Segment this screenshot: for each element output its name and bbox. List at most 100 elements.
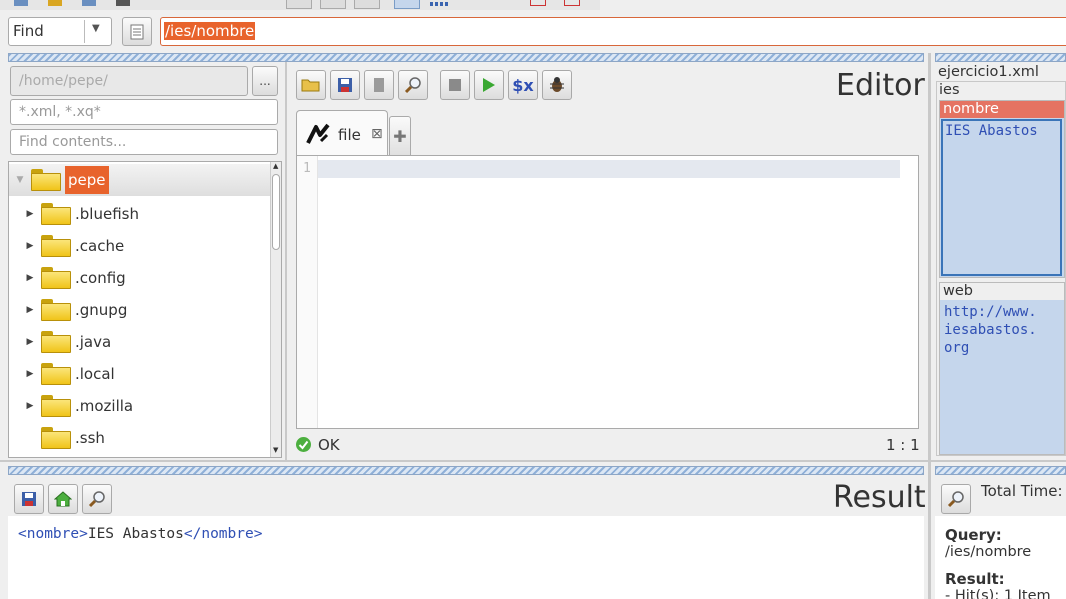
tree-row-local[interactable]: ▶ .local <box>19 358 277 390</box>
tree-row-gnupg[interactable]: ▶ .gnupg <box>19 294 277 326</box>
new-tab-button[interactable]: ✚ <box>389 116 411 156</box>
toolbar-icon[interactable] <box>430 2 448 6</box>
stop-icon <box>449 79 461 91</box>
toolbar-icon[interactable] <box>320 0 346 9</box>
folder-icon <box>41 203 71 225</box>
toolbar-icon[interactable] <box>48 0 62 6</box>
tree-row-label: .gnupg <box>75 301 128 319</box>
tree-row-mozilla[interactable]: ▶ .mozilla <box>19 390 277 422</box>
xml-root-label[interactable]: ies <box>939 82 960 98</box>
code-editor[interactable]: 1 <box>296 155 919 429</box>
stop-button[interactable] <box>440 70 470 100</box>
folder-open-icon <box>31 169 61 191</box>
history-button[interactable] <box>122 17 152 46</box>
list-icon <box>130 24 144 39</box>
expand-arrow-icon[interactable]: ▶ <box>19 273 41 283</box>
vertical-splitter[interactable] <box>285 62 287 460</box>
search-icon <box>947 491 964 508</box>
scrollbar-thumb[interactable] <box>272 174 280 250</box>
xml-element-value-box[interactable]: IES Abastos <box>941 119 1062 276</box>
find-contents-input[interactable]: Find contents... <box>10 129 278 155</box>
info-find-button[interactable] <box>941 484 971 514</box>
browse-button[interactable]: ... <box>252 66 278 96</box>
expand-arrow-icon[interactable]: ▶ <box>19 369 41 379</box>
tree-row-label: .mozilla <box>75 397 134 415</box>
xml-selected-element[interactable]: nombre IES Abastos <box>939 100 1065 278</box>
expand-arrow-icon[interactable]: ▶ <box>19 337 41 347</box>
close-file-button[interactable] <box>364 70 394 100</box>
variables-button[interactable]: $x <box>508 70 538 100</box>
expand-arrow-icon[interactable]: ▶ <box>19 401 41 411</box>
xml-root-container: ies nombre IES Abastos web http://www. i… <box>936 81 1066 456</box>
plus-icon: ✚ <box>393 126 407 146</box>
save-result-button[interactable] <box>14 484 44 514</box>
tree-scrollbar[interactable]: ▲ ▼ <box>270 162 281 457</box>
toolbar-icon[interactable] <box>286 0 312 9</box>
result-line: <nombre>IES Abastos</nombre> <box>18 526 262 542</box>
folder-open-icon <box>301 79 320 92</box>
ok-check-icon <box>296 437 311 452</box>
toolbar-icon[interactable] <box>530 0 546 6</box>
tree-row-label: .java <box>75 333 112 351</box>
expand-arrow-icon[interactable]: ▶ <box>19 241 41 251</box>
toolbar-icon[interactable] <box>14 0 28 6</box>
expanded-arrow-icon[interactable]: ▼ <box>9 175 31 185</box>
open-button[interactable] <box>296 70 326 100</box>
scroll-up-icon[interactable]: ▲ <box>273 162 278 170</box>
xml-file-label: ejercicio1.xml <box>938 64 1039 80</box>
xml-text: IES Abastos <box>87 526 184 542</box>
folder-icon <box>41 235 71 257</box>
close-icon[interactable]: ⊠ <box>371 126 383 142</box>
bug-icon <box>550 77 564 92</box>
tree-row-cache[interactable]: ▶ .cache <box>19 230 277 262</box>
filter-input[interactable]: *.xml, *.xq* <box>10 99 278 125</box>
document-icon <box>374 78 384 92</box>
tree-row-java[interactable]: ▶ .java <box>19 326 277 358</box>
query-input[interactable]: /ies/nombre <box>160 17 1066 46</box>
query-label: Query: <box>945 526 1002 544</box>
toolbar-icon[interactable] <box>564 0 580 6</box>
xml-value-line: iesabastos. <box>944 322 1037 338</box>
status-text: OK <box>318 436 340 454</box>
scroll-down-icon[interactable]: ▼ <box>273 446 278 454</box>
panel-header-stripe <box>8 53 924 62</box>
search-icon <box>404 77 421 94</box>
toolbar-icon[interactable] <box>394 0 420 9</box>
find-button[interactable] <box>398 70 428 100</box>
expand-arrow-icon[interactable]: ▶ <box>19 305 41 315</box>
xml-element-label: nombre <box>943 101 999 117</box>
xml-other-element[interactable]: web http://www. iesabastos. org <box>939 282 1065 455</box>
toolbar-icon[interactable] <box>354 0 380 9</box>
home-icon <box>54 491 72 507</box>
editor-title: Editor <box>836 68 925 103</box>
tree-row-label: .local <box>75 365 115 383</box>
tree-row-config[interactable]: ▶ .config <box>19 262 277 294</box>
chevron-down-icon: ▼ <box>92 23 100 34</box>
folder-icon <box>41 331 71 353</box>
dollar-x-icon: $x <box>512 75 534 95</box>
horizontal-splitter[interactable] <box>0 460 1066 462</box>
cursor-position: 1 : 1 <box>886 436 920 454</box>
find-mode-select[interactable]: Find ▼ <box>8 17 112 46</box>
tree-row-bluefish[interactable]: ▶ .bluefish <box>19 198 277 230</box>
editor-tab-file[interactable]: file ⊠ <box>296 110 388 156</box>
toolbar-icon[interactable] <box>82 0 96 6</box>
top-toolbar <box>0 0 600 10</box>
tree-row-label: .cache <box>75 237 125 255</box>
expand-arrow-icon[interactable]: ▶ <box>19 209 41 219</box>
find-result-button[interactable] <box>82 484 112 514</box>
xml-element-label: web <box>943 283 973 299</box>
result-output[interactable]: <nombre>IES Abastos</nombre> <box>8 516 924 599</box>
vertical-splitter[interactable] <box>928 53 931 599</box>
tree-root-row[interactable]: ▼ pepe <box>9 164 271 196</box>
save-button[interactable] <box>330 70 360 100</box>
debug-button[interactable] <box>542 70 572 100</box>
path-input[interactable]: /home/pepe/ <box>10 66 248 96</box>
result-value: - Hit(s): 1 Item <box>945 588 1051 599</box>
tree-row-ssh[interactable]: .ssh <box>19 422 277 454</box>
toolbar-icon[interactable] <box>116 0 130 6</box>
run-button[interactable] <box>474 70 504 100</box>
home-button[interactable] <box>48 484 78 514</box>
tree-row-label: .config <box>75 269 126 287</box>
folder-icon <box>41 427 71 449</box>
